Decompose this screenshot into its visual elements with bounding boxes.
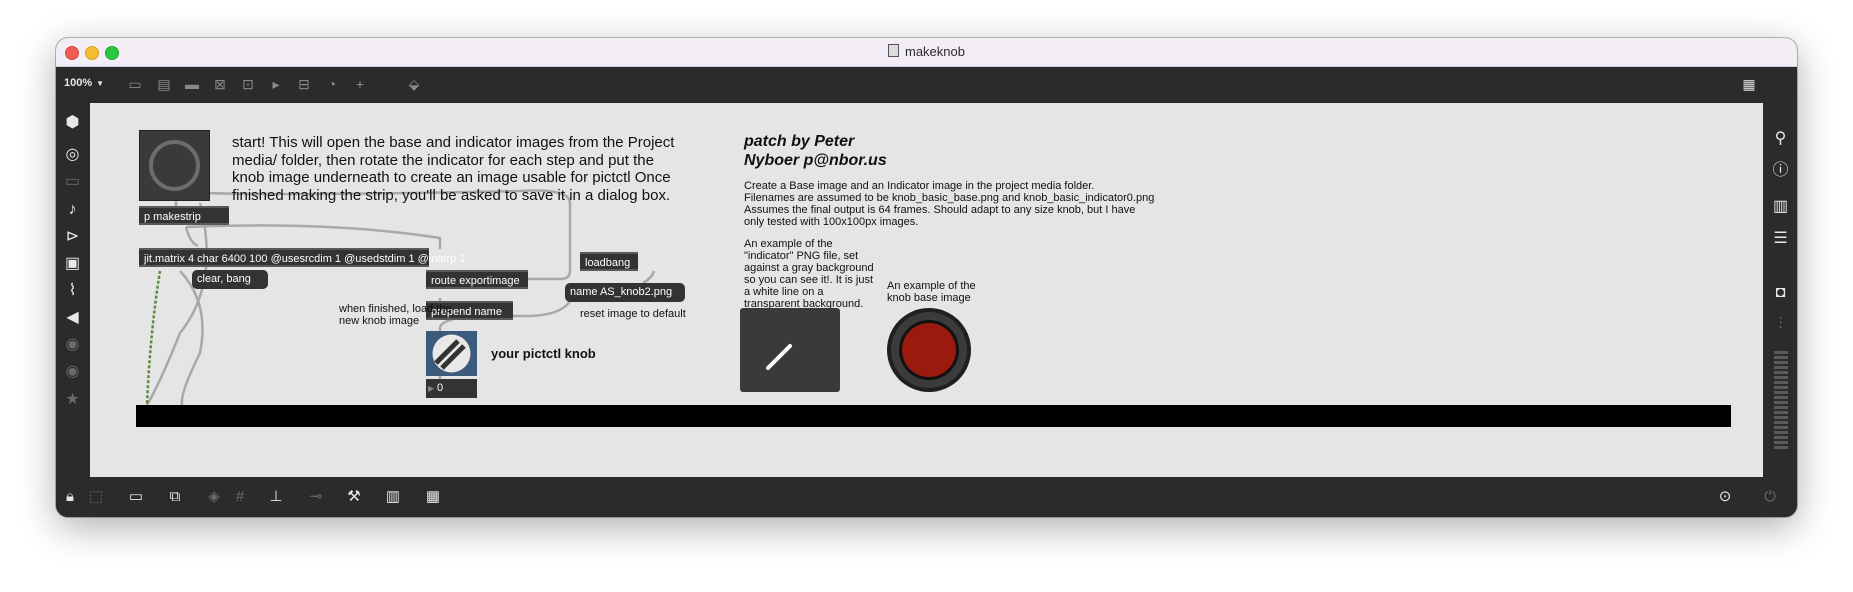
number-box[interactable]: ▶ 0: [426, 379, 477, 398]
window-title-text: makeknob: [905, 44, 965, 59]
reset-comment: reset image to default: [580, 308, 686, 320]
toolbar: 100% ▼ ▭ ▤ ▬ ⊠ ⊡ ▸ ⊟ ◔ + ⬙ ▦: [56, 67, 1797, 103]
inlet-icon[interactable]: ▤: [155, 75, 173, 93]
info-icon[interactable]: ⓘ: [1770, 160, 1791, 181]
title-bar: makeknob: [56, 38, 1797, 67]
piano-icon[interactable]: ▥: [383, 487, 403, 507]
base-example-comment: An example of the knob base image: [887, 280, 976, 304]
makestrip-object[interactable]: p makestrip: [139, 206, 229, 225]
comment-icon[interactable]: ▬: [183, 75, 201, 93]
snapshot-icon[interactable]: ◘: [1770, 282, 1791, 303]
bottom-toolbar: 🔒︎ ⬚ ▭ ⧉ ◈ # ⊥ ⊸ ⚒ ▥ ▦ ⊙ ⏻: [56, 477, 1797, 517]
connect-icon[interactable]: ⊸: [306, 487, 326, 507]
slider-icon[interactable]: ⊟: [295, 75, 313, 93]
presentation-mode-icon[interactable]: ▭: [126, 487, 146, 507]
mixer-icon[interactable]: ⫶: [1770, 314, 1791, 335]
button-icon[interactable]: ⊠: [211, 75, 229, 93]
wrench-icon[interactable]: ⚒: [344, 487, 364, 507]
new-view-icon[interactable]: ⧉: [165, 487, 185, 507]
packages-icon[interactable]: ⬢: [62, 112, 83, 133]
patcher-window: makeknob 100% ▼ ▭ ▤ ▬ ⊠ ⊡ ▸ ⊟ ◔ + ⬙ ▦ ⬢ ◎…: [56, 38, 1797, 517]
video-icon[interactable]: ⊳: [62, 226, 83, 247]
number-icon[interactable]: ▸: [267, 75, 285, 93]
chevron-down-icon: ▼: [96, 79, 105, 88]
hierarchy-icon[interactable]: ⊥: [266, 487, 286, 507]
add-icon[interactable]: +: [351, 75, 369, 93]
left-sidebar: ⬢ ◎ ▭ ♪ ⊳ ▣ ⌇ ◀ ◉ ◉ ★: [56, 103, 89, 477]
bang-ring-icon: [149, 140, 200, 191]
intro-comment: start! This will open the base and indic…: [232, 134, 675, 204]
patcher-canvas[interactable]: start! This will open the base and indic…: [90, 103, 1763, 477]
toggle-icon[interactable]: ⊡: [239, 75, 257, 93]
number-value: 0: [437, 382, 444, 394]
power-icon[interactable]: ⏻: [1760, 487, 1780, 507]
vimeo-icon[interactable]: ◉: [62, 334, 83, 355]
route-exportimage-object[interactable]: route exportimage: [426, 270, 528, 289]
dial-icon[interactable]: ◔: [323, 75, 341, 93]
keyboard-grid-icon[interactable]: ▦: [423, 487, 443, 507]
name-knob-message[interactable]: name AS_knob2.png: [565, 283, 685, 302]
right-sidebar: ⚲ ⓘ ▥ ☰ ◘ ⫶: [1764, 103, 1797, 477]
clear-bang-message[interactable]: clear, bang: [192, 270, 268, 289]
indicator-example-comment: An example of the "indicator" PNG file, …: [744, 238, 874, 310]
debug-icon[interactable]: ◈: [204, 487, 224, 507]
plug-icon[interactable]: ◀: [62, 307, 83, 328]
description-comment: Create a Base image and an Indicator ima…: [744, 180, 1155, 228]
window-title: makeknob: [56, 44, 1797, 59]
zoom-menu[interactable]: 100% ▼: [64, 77, 104, 89]
star-icon[interactable]: ★: [62, 389, 83, 410]
knob-base-image: [885, 308, 985, 392]
search-icon[interactable]: ⚲: [1770, 128, 1791, 149]
keyboard-icon[interactable]: ▭: [62, 171, 83, 192]
paint-bucket-icon[interactable]: ⬙: [405, 75, 423, 93]
help-icon[interactable]: ◉: [62, 361, 83, 382]
when-finished-comment: when finished, load the new knob image: [339, 303, 452, 327]
edit-icon[interactable]: ⬚: [86, 487, 106, 507]
indicator-line-icon: [766, 344, 792, 370]
number-triangle-icon: ▶: [428, 384, 435, 393]
start-button[interactable]: [139, 130, 210, 201]
patcher-icon[interactable]: ◎: [62, 144, 83, 165]
zoom-value: 100%: [64, 77, 93, 89]
transport-play-icon[interactable]: ⊙: [1715, 487, 1735, 507]
knob-preview-icon: [432, 334, 471, 373]
jit-matrix-object[interactable]: jit.matrix 4 char 6400 100 @usesrcdim 1 …: [139, 248, 465, 267]
indicator-image: [740, 308, 840, 392]
grid-icon[interactable]: ▦: [1740, 75, 1758, 93]
level-meter: [1774, 351, 1788, 451]
reference-icon[interactable]: ▥: [1770, 196, 1791, 217]
knob-base-icon: [887, 308, 971, 392]
jit-pwindow: [136, 405, 1731, 427]
lock-icon[interactable]: 🔒︎: [60, 487, 80, 507]
list-icon[interactable]: ☰: [1770, 228, 1791, 249]
attach-icon[interactable]: ⌇: [62, 280, 83, 301]
loadbang-object[interactable]: loadbang: [580, 252, 638, 271]
presentation-icon[interactable]: ▭: [126, 75, 144, 93]
pictctl-knob[interactable]: [426, 331, 477, 376]
image-icon[interactable]: ▣: [62, 253, 83, 274]
author-comment: patch by Peter Nyboer p@nbor.us: [744, 133, 887, 169]
grid-icon[interactable]: #: [230, 487, 250, 507]
your-knob-label: your pictctl knob: [491, 346, 596, 361]
audio-icon[interactable]: ♪: [62, 199, 83, 220]
document-icon: [888, 44, 899, 57]
